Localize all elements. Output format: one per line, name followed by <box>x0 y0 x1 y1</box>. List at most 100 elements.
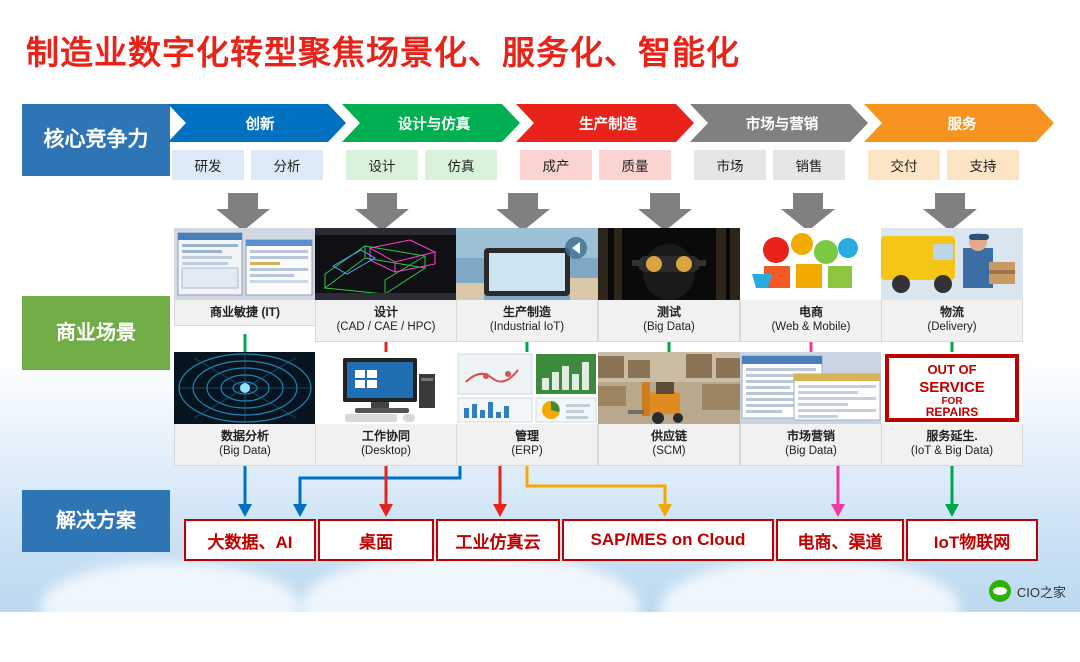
scene-caption: 供应链 (SCM) <box>598 424 740 466</box>
tablet-factory-thumbnail <box>456 228 598 300</box>
scene-title: 测试 <box>656 305 681 319</box>
page-title: 制造业数字化转型聚焦场景化、服务化、智能化 <box>26 34 740 71</box>
scene-caption: 数据分析 (Big Data) <box>174 424 316 466</box>
svg-text:REPAIRS: REPAIRS <box>926 405 978 419</box>
scene-card-bottom-3[interactable]: 供应链 (SCM) <box>598 352 740 466</box>
scene-title: 供应链 <box>650 429 687 443</box>
cloud-decoration <box>40 562 300 652</box>
scene-card-top-0[interactable]: 商业敏捷 (IT) <box>174 228 316 327</box>
gray-down-arrows <box>216 193 977 231</box>
scene-card-bottom-5[interactable]: OUT OF SERVICE FOR REPAIRS 服务延生. (IoT & … <box>881 352 1023 466</box>
scene-caption: 生产制造 (Industrial IoT) <box>456 300 598 342</box>
desktop-pc-thumbnail <box>315 352 457 424</box>
sub-label: 仿真 <box>447 159 475 174</box>
sub-label: 市场 <box>716 159 744 174</box>
wechat-icon <box>988 580 1011 602</box>
scene-sub: (Big Data) <box>219 445 271 458</box>
sub-label: 分析 <box>273 159 301 174</box>
scene-card-top-3[interactable]: 测试 (Big Data) <box>598 228 740 342</box>
pillar-sub-4-0[interactable]: 交付 <box>868 150 940 180</box>
pillar-chevron-3[interactable]: 市场与营销 <box>690 104 868 142</box>
scene-sub: (Desktop) <box>361 445 411 458</box>
ecommerce-icons-thumbnail <box>740 228 882 300</box>
sub-label: 支持 <box>969 159 997 174</box>
pillar-sub-4-1[interactable]: 支持 <box>947 150 1019 180</box>
out-of-service-sign-thumbnail: OUT OF SERVICE FOR REPAIRS <box>881 352 1023 424</box>
scene-sub: (Industrial IoT) <box>489 321 565 334</box>
row-label-core-competence: 核心竞争力 <box>22 104 170 176</box>
scene-caption: 工作协同 (Desktop) <box>315 424 457 466</box>
scene-card-top-5[interactable]: 物流 (Delivery) <box>881 228 1023 342</box>
solution-box-3[interactable]: SAP/MES on Cloud <box>562 519 774 561</box>
pillar-sub-2-1[interactable]: 质量 <box>599 150 671 180</box>
scene-card-bottom-0[interactable]: 数据分析 (Big Data) <box>174 352 316 466</box>
solution-label: 工业仿真云 <box>455 532 541 552</box>
sub-label: 质量 <box>621 159 649 174</box>
scene-sub: (Big Data) <box>785 445 837 458</box>
solution-box-4[interactable]: 电商、渠道 <box>776 519 904 561</box>
scene-title: 物流 <box>939 305 964 319</box>
row-label-solutions: 解决方案 <box>22 490 170 552</box>
scene-title: 工作协同 <box>361 429 410 443</box>
scene-caption: 管理 (ERP) <box>456 424 598 466</box>
solution-label: SAP/MES on Cloud <box>590 530 746 549</box>
solution-box-5[interactable]: IoT物联网 <box>906 519 1038 561</box>
pillar-sub-1-0[interactable]: 设计 <box>346 150 418 180</box>
scene-sub: (IoT & Big Data) <box>910 445 994 458</box>
scene-sub: (ERP) <box>511 445 543 458</box>
pillar-sub-0-0[interactable]: 研发 <box>172 150 244 180</box>
scene-title: 生产制造 <box>502 305 551 319</box>
solution-label: 桌面 <box>359 532 393 552</box>
cloud-decoration <box>300 552 640 662</box>
analytics-dashboard-thumbnail <box>456 352 598 424</box>
solution-box-0[interactable]: 大数据、AI <box>184 519 316 561</box>
pillar-label: 服务 <box>947 116 977 133</box>
scene-title: 数据分析 <box>220 429 269 443</box>
scene-card-top-2[interactable]: 生产制造 (Industrial IoT) <box>456 228 598 342</box>
pillar-chevron-1[interactable]: 设计与仿真 <box>342 104 520 142</box>
scene-caption: 服务延生. (IoT & Big Data) <box>881 424 1023 466</box>
cad-wireframe-thumbnail <box>315 228 457 300</box>
pillar-sub-3-0[interactable]: 市场 <box>694 150 766 180</box>
pillar-label: 市场与营销 <box>745 116 819 133</box>
scene-title: 市场营销 <box>786 429 835 443</box>
pillar-label: 创新 <box>245 116 275 133</box>
warehouse-forklift-thumbnail <box>598 352 740 424</box>
sub-label: 成产 <box>542 159 570 174</box>
sub-label: 设计 <box>368 159 396 174</box>
scene-sub: (Delivery) <box>927 321 977 334</box>
pillar-chevron-2[interactable]: 生产制造 <box>516 104 694 142</box>
scene-caption: 物流 (Delivery) <box>881 300 1023 342</box>
scene-caption: 市场营销 (Big Data) <box>740 424 882 466</box>
data-tunnel-thumbnail <box>174 352 316 424</box>
pillar-label: 生产制造 <box>579 116 637 133</box>
solution-label: 电商、渠道 <box>797 532 883 552</box>
scene-title: 服务延生. <box>926 429 978 443</box>
scene-card-bottom-2[interactable]: 管理 (ERP) <box>456 352 598 466</box>
svg-text:SERVICE: SERVICE <box>919 379 985 396</box>
solution-box-2[interactable]: 工业仿真云 <box>436 519 560 561</box>
svg-text:OUT OF: OUT OF <box>927 362 976 377</box>
scene-card-bottom-4[interactable]: 市场营销 (Big Data) <box>740 352 882 466</box>
pillar-sub-1-1[interactable]: 仿真 <box>425 150 497 180</box>
pillar-sub-2-0[interactable]: 成产 <box>520 150 592 180</box>
scene-card-bottom-1[interactable]: 工作协同 (Desktop) <box>315 352 457 466</box>
solution-box-1[interactable]: 桌面 <box>318 519 434 561</box>
scene-sub: (CAD / CAE / HPC) <box>336 321 436 334</box>
pillar-sub-3-1[interactable]: 销售 <box>773 150 845 180</box>
cloud-decoration <box>660 558 960 658</box>
pillar-sub-0-1[interactable]: 分析 <box>251 150 323 180</box>
scene-title: 管理 <box>514 429 539 443</box>
scene-card-top-1[interactable]: 设计 (CAD / CAE / HPC) <box>315 228 457 342</box>
wechat-watermark: CIO之家 <box>988 580 1066 602</box>
dashboard-screens-thumbnail <box>174 228 316 300</box>
solution-arrowheads <box>238 504 959 517</box>
crm-screens-thumbnail <box>740 352 882 424</box>
engineer-goggles-thumbnail <box>598 228 740 300</box>
scene-title: 商业敏捷 (IT) <box>210 305 280 319</box>
scene-sub: (Big Data) <box>643 321 695 334</box>
pillar-chevron-0[interactable]: 创新 <box>168 104 346 142</box>
scene-card-top-4[interactable]: 电商 (Web & Mobile) <box>740 228 882 342</box>
solution-connectors <box>243 462 954 505</box>
pillar-chevron-4[interactable]: 服务 <box>864 104 1054 142</box>
